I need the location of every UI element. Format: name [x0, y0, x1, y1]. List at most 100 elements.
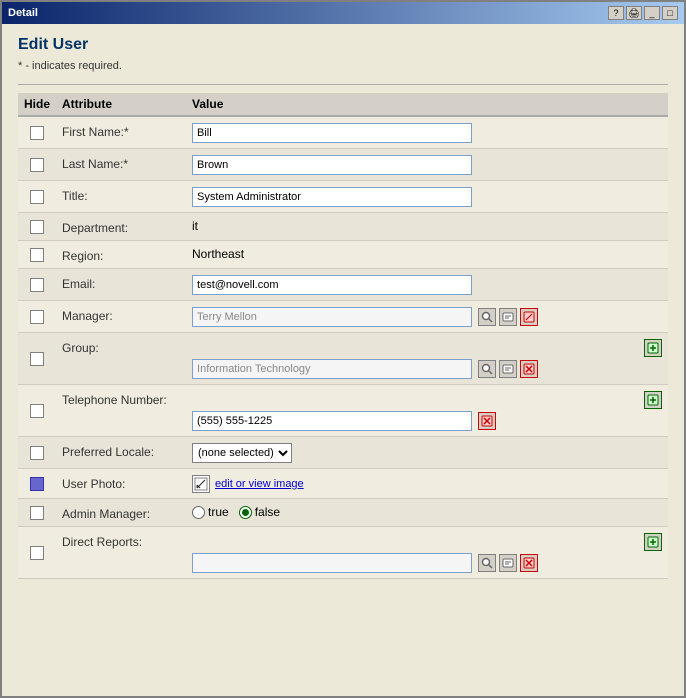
checkbox-telephone[interactable]	[30, 404, 44, 418]
history-icon	[502, 557, 514, 569]
direct-reports-section	[192, 533, 662, 573]
checkbox-email[interactable]	[30, 278, 44, 292]
val-manager	[186, 301, 668, 333]
checkbox-first-name[interactable]	[30, 126, 44, 140]
label-direct-reports: Direct Reports:	[56, 527, 186, 579]
add-icon	[647, 394, 659, 406]
label-region: Region:	[56, 241, 186, 269]
input-telephone[interactable]	[192, 411, 472, 431]
print-button[interactable]: 🖨	[626, 6, 642, 20]
input-title[interactable]	[192, 187, 472, 207]
group-add-row	[192, 339, 662, 357]
required-note: * - indicates required.	[18, 60, 668, 72]
group-add-button[interactable]	[644, 339, 662, 357]
photo-edit-icon[interactable]	[192, 475, 210, 493]
telephone-actions	[476, 412, 496, 430]
maximize-button[interactable]: □	[662, 6, 678, 20]
direct-reports-lookup-button[interactable]	[478, 554, 496, 572]
add-icon	[647, 536, 659, 548]
group-lookup-button[interactable]	[478, 360, 496, 378]
minimize-button[interactable]: _	[644, 6, 660, 20]
manager-lookup-button[interactable]	[478, 308, 496, 326]
checkbox-admin-manager[interactable]	[30, 506, 44, 520]
row-group: Group:	[18, 333, 668, 385]
direct-reports-add-row	[192, 533, 662, 551]
window-title: Detail	[8, 7, 38, 19]
remove-icon	[481, 415, 493, 427]
hide-region	[18, 241, 56, 269]
telephone-add-button[interactable]	[644, 391, 662, 409]
direct-reports-history-button[interactable]	[499, 554, 517, 572]
edit-table: Hide Attribute Value First Name:*	[18, 93, 668, 579]
hide-photo	[18, 469, 56, 499]
search-icon	[481, 557, 493, 569]
manager-field-row	[192, 307, 662, 327]
checkbox-locale[interactable]	[30, 446, 44, 460]
telephone-remove-button[interactable]	[478, 412, 496, 430]
manager-history-button[interactable]	[499, 308, 517, 326]
help-button[interactable]: ?	[608, 6, 624, 20]
manager-edit-button[interactable]	[520, 308, 538, 326]
row-direct-reports: Direct Reports:	[18, 527, 668, 579]
input-first-name[interactable]	[192, 123, 472, 143]
edit-photo-link[interactable]: edit or view image	[215, 478, 304, 490]
input-direct-reports[interactable]	[192, 553, 472, 573]
select-locale[interactable]: (none selected)	[192, 443, 292, 463]
label-telephone: Telephone Number:	[56, 385, 186, 437]
direct-reports-actions	[476, 554, 538, 572]
remove-icon	[523, 363, 535, 375]
checkbox-title[interactable]	[30, 190, 44, 204]
checkbox-region[interactable]	[30, 248, 44, 262]
checkbox-photo[interactable]	[30, 477, 44, 491]
hide-direct-reports	[18, 527, 56, 579]
group-field-row	[192, 359, 662, 379]
checkbox-manager[interactable]	[30, 310, 44, 324]
input-email[interactable]	[192, 275, 472, 295]
telephone-add-row	[192, 391, 662, 409]
row-department: Department: it	[18, 213, 668, 241]
radio-true-circle[interactable]	[192, 506, 205, 519]
label-manager: Manager:	[56, 301, 186, 333]
history-icon	[502, 311, 514, 323]
val-telephone	[186, 385, 668, 437]
radio-false-circle[interactable]	[239, 506, 252, 519]
main-window: Detail ? 🖨 _ □ Edit User * - indicates r…	[0, 0, 686, 698]
input-manager[interactable]	[192, 307, 472, 327]
val-department: it	[186, 213, 668, 241]
checkbox-group[interactable]	[30, 352, 44, 366]
radio-false-label[interactable]: false	[239, 505, 280, 519]
row-telephone: Telephone Number:	[18, 385, 668, 437]
hide-group	[18, 333, 56, 385]
input-last-name[interactable]	[192, 155, 472, 175]
page-title: Edit User	[18, 36, 668, 54]
direct-reports-remove-button[interactable]	[520, 554, 538, 572]
hide-manager	[18, 301, 56, 333]
radio-false-text: false	[255, 505, 280, 519]
divider	[18, 84, 668, 85]
val-locale: (none selected)	[186, 437, 668, 469]
checkbox-direct-reports[interactable]	[30, 546, 44, 560]
photo-field-row: edit or view image	[192, 475, 662, 493]
input-group[interactable]	[192, 359, 472, 379]
row-admin-manager: Admin Manager: true false	[18, 499, 668, 527]
checkbox-last-name[interactable]	[30, 158, 44, 172]
checkbox-department[interactable]	[30, 220, 44, 234]
content-area: Edit User * - indicates required. Hide A…	[2, 24, 684, 696]
hide-first-name	[18, 116, 56, 149]
direct-reports-add-button[interactable]	[644, 533, 662, 551]
radio-true-label[interactable]: true	[192, 505, 229, 519]
label-first-name: First Name:*	[56, 116, 186, 149]
group-actions	[476, 360, 538, 378]
group-remove-button[interactable]	[520, 360, 538, 378]
val-group	[186, 333, 668, 385]
hide-last-name	[18, 149, 56, 181]
group-history-button[interactable]	[499, 360, 517, 378]
label-title: Title:	[56, 181, 186, 213]
row-last-name: Last Name:*	[18, 149, 668, 181]
val-email	[186, 269, 668, 301]
row-title: Title:	[18, 181, 668, 213]
label-photo: User Photo:	[56, 469, 186, 499]
direct-reports-field-row	[192, 553, 662, 573]
row-locale: Preferred Locale: (none selected)	[18, 437, 668, 469]
search-icon	[481, 311, 493, 323]
